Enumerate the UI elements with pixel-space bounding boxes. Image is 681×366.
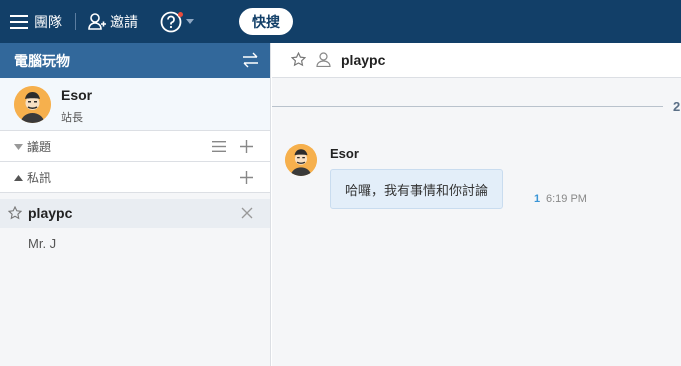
message-time: 6:19 PM <box>546 193 587 205</box>
topics-section: 議題 <box>0 131 270 162</box>
user-icon[interactable] <box>316 52 331 67</box>
message-author[interactable]: Esor <box>330 146 359 161</box>
conversation-name: playpc <box>28 205 73 221</box>
topics-label: 議題 <box>27 140 52 154</box>
quick-search-button[interactable]: 快搜 <box>239 8 293 35</box>
read-count: 1 <box>534 193 541 205</box>
conversation-name: Mr. J <box>28 236 57 251</box>
hamburger-icon <box>10 14 28 29</box>
topics-toggle[interactable]: 議題 <box>14 131 51 162</box>
chevron-down-icon <box>186 19 194 24</box>
conversation-item-mr-j[interactable]: Mr. J <box>0 229 270 257</box>
messages-toggle[interactable]: 私訊 <box>14 162 51 193</box>
invite-label: 邀請 <box>110 13 138 30</box>
caret-up-icon <box>14 174 23 181</box>
main-panel: playpc 2 Esor 哈囉，我有事情和你討論 1 6:19 PM <box>272 43 681 366</box>
workspace-title: 電腦玩物 <box>14 52 70 69</box>
top-bar: 團隊 邀請 快搜 <box>0 0 681 43</box>
avatar <box>14 86 51 123</box>
channel-title: playpc <box>341 52 386 68</box>
help-menu[interactable] <box>160 0 194 43</box>
message-bubble: 哈囉，我有事情和你討論 <box>330 169 504 209</box>
date-divider-label: 2 <box>673 99 681 114</box>
help-icon <box>160 11 183 33</box>
notification-dot <box>178 11 183 17</box>
list-icon[interactable] <box>212 141 226 152</box>
invite-button[interactable]: 邀請 <box>88 0 138 43</box>
add-message-icon[interactable] <box>240 171 253 184</box>
messages-label: 私訊 <box>27 171 52 185</box>
channel-header: playpc <box>272 43 681 78</box>
add-topic-icon[interactable] <box>240 140 253 153</box>
switch-icon[interactable] <box>242 52 259 68</box>
close-icon[interactable] <box>241 207 253 219</box>
team-menu[interactable]: 團隊 <box>10 0 62 43</box>
caret-down-icon <box>14 143 23 150</box>
user-role: 站長 <box>61 112 83 124</box>
messages-section: 私訊 <box>0 162 270 193</box>
add-user-icon <box>88 13 106 30</box>
date-divider <box>272 106 663 107</box>
conversation-item-playpc[interactable]: playpc <box>0 199 270 228</box>
user-card[interactable]: Esor 站長 <box>0 78 270 131</box>
star-icon[interactable] <box>291 52 306 67</box>
topbar-divider <box>75 13 76 30</box>
avatar[interactable] <box>285 144 317 176</box>
star-icon[interactable] <box>8 206 22 220</box>
team-label: 團隊 <box>34 13 62 30</box>
sidebar-header: 電腦玩物 <box>0 43 270 78</box>
user-name: Esor <box>61 87 93 103</box>
sidebar: 電腦玩物 Esor 站長 議題 私訊 playpc Mr. J <box>0 43 271 366</box>
